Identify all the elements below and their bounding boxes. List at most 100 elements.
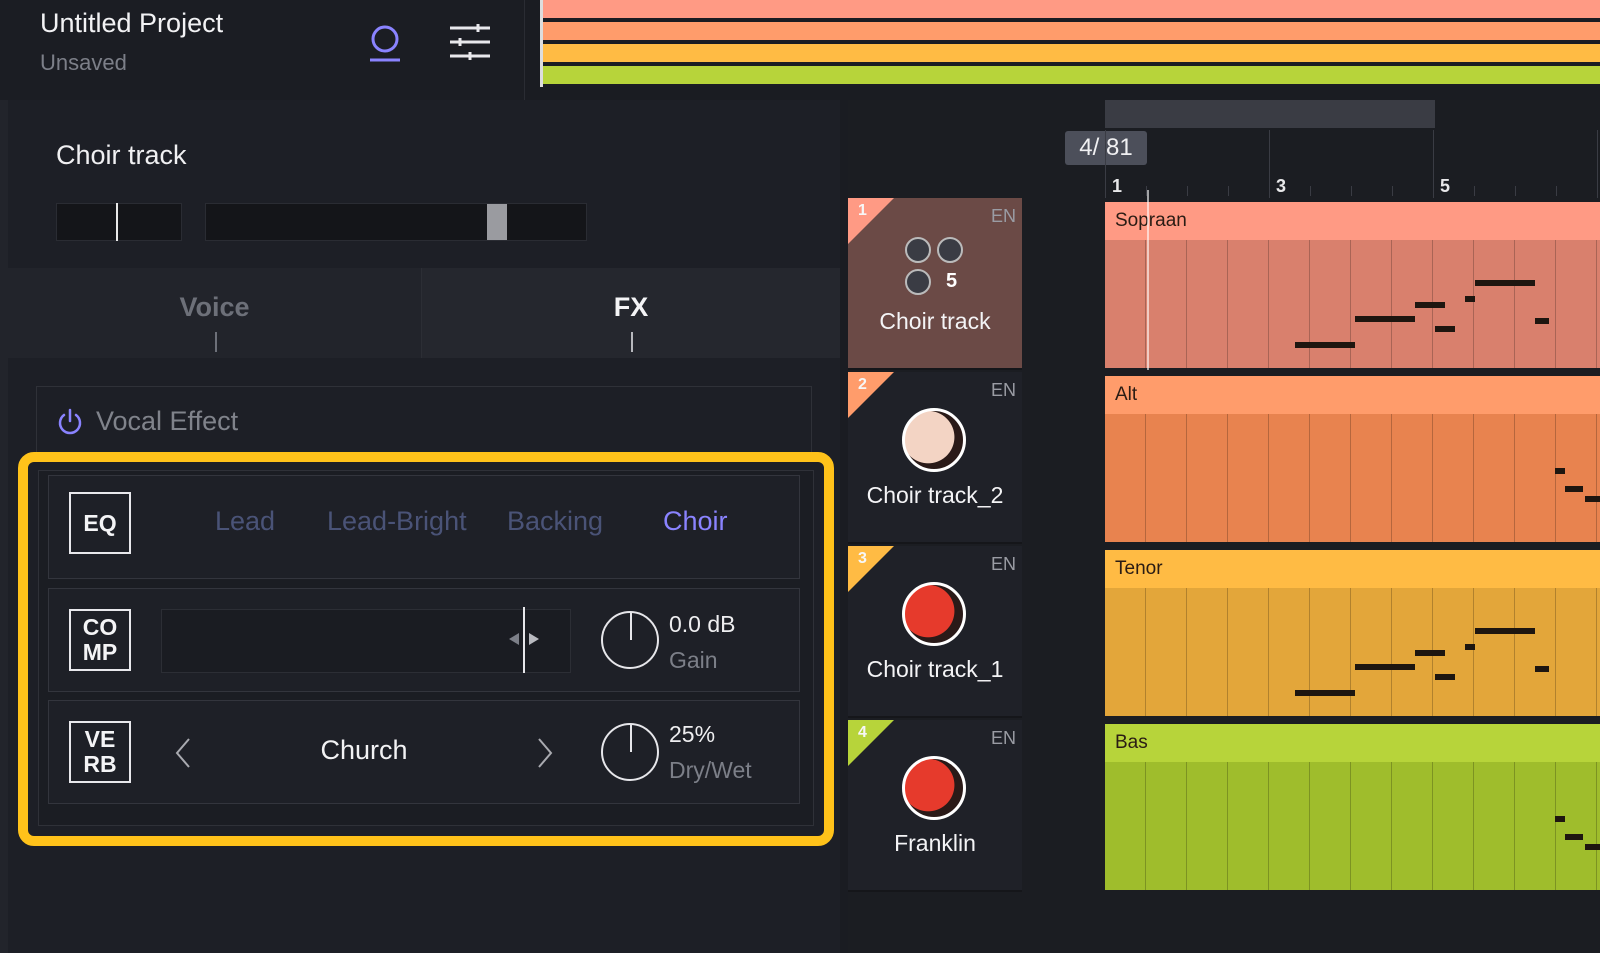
lane-grid-line <box>1596 588 1597 716</box>
avatar <box>902 582 966 646</box>
track-number: 2 <box>858 376 867 393</box>
lane-grid-line <box>1309 588 1310 716</box>
lane-header[interactable]: Sopraan <box>1105 202 1600 240</box>
ruler-mark-3: 3 <box>1276 176 1287 196</box>
note[interactable] <box>1355 664 1415 670</box>
note[interactable] <box>1565 486 1583 492</box>
note[interactable] <box>1565 834 1583 840</box>
track-header-2[interactable]: 2 EN Choir track_2 <box>848 372 1022 544</box>
lane-grid-line <box>1555 588 1556 716</box>
lane-body[interactable] <box>1105 240 1600 368</box>
track-name[interactable]: Franklin <box>848 830 1022 857</box>
lane-body[interactable] <box>1105 588 1600 716</box>
track-header-1[interactable]: 5 1 EN Choir track <box>848 198 1022 370</box>
lane-grid-line <box>1555 414 1556 542</box>
volume-handle[interactable] <box>487 204 508 240</box>
note[interactable] <box>1295 342 1355 348</box>
loop-region[interactable] <box>1105 100 1435 128</box>
pan-marker[interactable] <box>116 203 119 241</box>
lane-grid-line <box>1186 240 1187 368</box>
position-display: 4/ 81 <box>1065 131 1147 165</box>
ruler-mark-1: 1 <box>1112 176 1123 196</box>
note[interactable] <box>1465 644 1475 650</box>
note[interactable] <box>1555 816 1565 822</box>
lane-grid-line <box>1350 588 1351 716</box>
track-header-3[interactable]: 3 EN Choir track_1 <box>848 546 1022 718</box>
note[interactable] <box>1475 280 1535 286</box>
lane-grid-line <box>1227 588 1228 716</box>
lane-grid-line <box>1268 414 1269 542</box>
project-title[interactable]: Untitled Project <box>40 8 223 39</box>
lane-grid-line <box>1268 762 1269 890</box>
lane-grid-line <box>1391 588 1392 716</box>
note[interactable] <box>1435 326 1455 332</box>
track-language[interactable]: EN <box>991 554 1016 575</box>
track-header-4[interactable]: 4 EN Franklin <box>848 720 1022 892</box>
avatar <box>902 756 966 820</box>
lane-grid-line <box>1514 588 1515 716</box>
ruler-line <box>1228 186 1229 196</box>
tab-voice-label: Voice <box>179 292 250 322</box>
pan-slider[interactable] <box>56 203 182 241</box>
lane-body[interactable] <box>1105 414 1600 542</box>
lane-grid-line <box>1473 762 1474 890</box>
track-name[interactable]: Choir track_1 <box>848 656 1022 683</box>
lane-tenor[interactable]: Tenor <box>1105 550 1600 716</box>
track-number-flag <box>848 720 894 766</box>
note[interactable] <box>1415 302 1445 308</box>
tab-fx-label: FX <box>613 292 649 322</box>
note[interactable] <box>1535 318 1549 324</box>
arrangement-overview[interactable] <box>540 0 1600 87</box>
lane-header[interactable]: Bas <box>1105 724 1600 762</box>
track-language[interactable]: EN <box>991 380 1016 401</box>
note[interactable] <box>1585 844 1600 850</box>
lane-body[interactable] <box>1105 762 1600 890</box>
tab-voice[interactable]: Voice <box>8 268 422 358</box>
lane-grid-line <box>1309 762 1310 890</box>
note[interactable] <box>1535 666 1549 672</box>
vocal-effect-label: Vocal Effect <box>96 406 239 436</box>
note[interactable] <box>1355 316 1415 322</box>
note[interactable] <box>1585 496 1600 502</box>
note[interactable] <box>1415 650 1445 656</box>
playhead[interactable] <box>1147 190 1149 370</box>
volume-slider[interactable] <box>205 203 587 241</box>
lane-grid-line <box>1145 588 1146 716</box>
power-icon[interactable] <box>56 408 84 436</box>
ruler-line <box>1187 186 1188 196</box>
lane-grid-line <box>1514 762 1515 890</box>
track-name[interactable]: Choir track <box>848 308 1022 335</box>
left-edge <box>0 100 8 953</box>
ruler-line <box>1556 186 1557 196</box>
note[interactable] <box>1465 296 1475 302</box>
note[interactable] <box>1475 628 1535 634</box>
overview-row-3 <box>543 44 1600 64</box>
lane-sopraan[interactable]: Sopraan <box>1105 202 1600 368</box>
track-number: 1 <box>858 202 867 219</box>
lane-grid-line <box>1145 240 1146 368</box>
note[interactable] <box>1555 468 1565 474</box>
track-language[interactable]: EN <box>991 206 1016 227</box>
tab-fx[interactable]: FX <box>422 268 840 358</box>
user-icon[interactable] <box>366 22 404 64</box>
lane-grid-line <box>1473 414 1474 542</box>
avatar <box>902 408 966 472</box>
track-name[interactable]: Choir track_2 <box>848 482 1022 509</box>
lane-bas[interactable]: Bas <box>1105 724 1600 890</box>
lane-grid-line <box>1473 588 1474 716</box>
ruler-line <box>1515 186 1516 196</box>
lane-grid-line <box>1391 762 1392 890</box>
note[interactable] <box>1435 674 1455 680</box>
lane-alt[interactable]: Alt <box>1105 376 1600 542</box>
overview-row-1 <box>543 0 1600 20</box>
lane-header[interactable]: Tenor <box>1105 550 1600 588</box>
sliders-icon[interactable] <box>448 22 492 62</box>
lane-grid-line <box>1432 414 1433 542</box>
lane-grid-line <box>1391 240 1392 368</box>
track-language[interactable]: EN <box>991 728 1016 749</box>
lane-header[interactable]: Alt <box>1105 376 1600 414</box>
ruler-line <box>1269 130 1270 198</box>
ruler-line <box>1310 186 1311 196</box>
lane-grid-line <box>1350 414 1351 542</box>
note[interactable] <box>1295 690 1355 696</box>
